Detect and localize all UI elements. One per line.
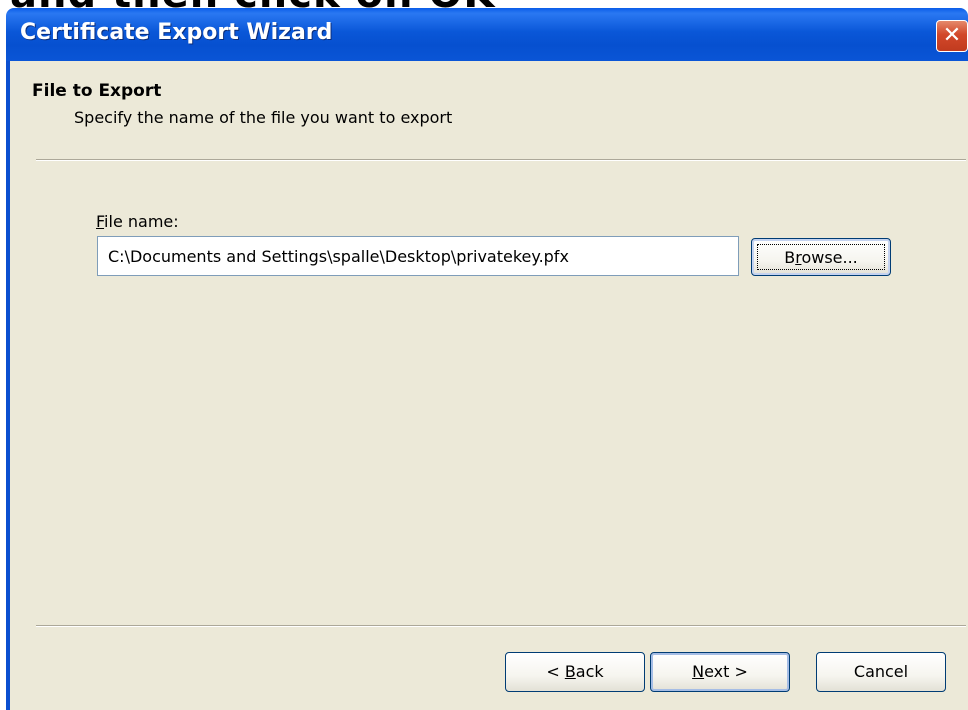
title-bar[interactable]: Certificate Export Wizard ✕ — [6, 8, 968, 61]
file-name-label: File name: — [96, 212, 179, 231]
next-button[interactable]: Next > — [650, 652, 790, 692]
window-title: Certificate Export Wizard — [20, 20, 333, 45]
next-label: Next > — [692, 653, 748, 691]
next-label-mnemonic: N — [692, 662, 705, 681]
back-button[interactable]: < Back — [505, 652, 645, 692]
back-label: < Back — [546, 653, 603, 691]
cancel-button[interactable]: Cancel — [816, 652, 946, 692]
file-label-text: ile name: — [104, 212, 179, 231]
back-label-mnemonic: B — [564, 662, 576, 681]
file-name-input[interactable] — [97, 236, 739, 276]
wizard-header: File to Export Specify the name of the f… — [10, 61, 968, 139]
footer-divider — [36, 625, 966, 627]
browse-focus-ring — [757, 244, 885, 270]
browse-button[interactable]: Browse... — [751, 238, 891, 276]
back-label-rest: ack — [575, 662, 604, 681]
close-button[interactable]: ✕ — [936, 20, 968, 52]
file-label-mnemonic: F — [96, 212, 105, 231]
certificate-export-wizard-window: Certificate Export Wizard ✕ File to Expo… — [6, 8, 968, 710]
back-label-prefix: < — [546, 662, 565, 681]
close-icon: ✕ — [942, 23, 962, 48]
page-subtitle: Specify the name of the file you want to… — [74, 108, 453, 127]
page-title: File to Export — [32, 81, 162, 101]
next-label-rest: ext > — [704, 662, 748, 681]
cancel-label: Cancel — [853, 662, 909, 681]
header-divider — [36, 159, 966, 161]
screenshot-stage: and then click on OK Certificate Export … — [0, 0, 968, 710]
